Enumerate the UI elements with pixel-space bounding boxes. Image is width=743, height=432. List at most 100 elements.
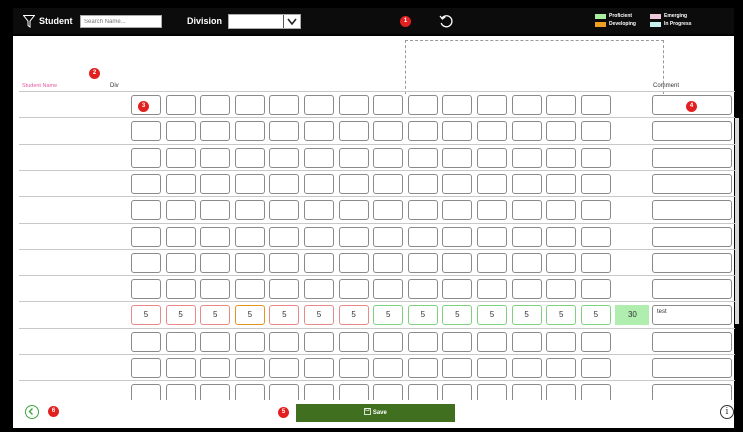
score-input[interactable] (373, 95, 404, 115)
score-input[interactable] (546, 252, 577, 273)
score-input[interactable]: 5 (442, 305, 473, 326)
filter-icon[interactable] (23, 15, 35, 28)
score-input[interactable] (234, 331, 265, 352)
comment-input[interactable] (652, 200, 732, 221)
score-input[interactable] (338, 358, 369, 378)
comment-input[interactable] (652, 147, 732, 168)
score-input[interactable] (304, 279, 334, 300)
score-input[interactable] (373, 147, 404, 168)
score-input[interactable]: 5 (234, 305, 265, 326)
score-input[interactable] (373, 358, 404, 378)
score-input[interactable] (131, 226, 161, 247)
comment-input[interactable] (652, 331, 732, 352)
score-input[interactable] (546, 226, 577, 247)
score-input[interactable] (477, 279, 507, 300)
score-input[interactable] (373, 279, 404, 300)
score-input[interactable] (580, 252, 611, 273)
score-input[interactable] (269, 252, 300, 273)
score-input[interactable] (442, 173, 473, 194)
score-input[interactable] (373, 226, 404, 247)
score-input[interactable] (234, 147, 265, 168)
score-input[interactable] (442, 147, 473, 168)
score-input[interactable] (131, 173, 161, 194)
score-input[interactable] (200, 95, 231, 115)
score-input[interactable] (234, 121, 265, 142)
score-input[interactable] (407, 358, 438, 378)
score-input[interactable] (338, 95, 369, 115)
score-input[interactable] (304, 95, 334, 115)
score-input[interactable] (407, 331, 438, 352)
score-input[interactable] (200, 279, 231, 300)
score-input[interactable] (304, 226, 334, 247)
score-input[interactable] (407, 200, 438, 221)
score-input[interactable] (131, 147, 161, 168)
score-input[interactable]: 5 (338, 305, 369, 326)
score-input[interactable]: 5 (304, 305, 334, 326)
score-input[interactable] (373, 121, 404, 142)
score-input[interactable] (546, 95, 577, 115)
score-input[interactable] (580, 331, 611, 352)
score-input[interactable] (234, 358, 265, 378)
score-input[interactable] (200, 147, 231, 168)
score-input[interactable] (477, 358, 507, 378)
score-input[interactable] (580, 173, 611, 194)
score-input[interactable] (165, 173, 196, 194)
score-input[interactable] (131, 279, 161, 300)
score-input[interactable] (165, 279, 196, 300)
score-input[interactable] (338, 252, 369, 273)
search-input[interactable] (80, 15, 162, 28)
score-input[interactable] (200, 226, 231, 247)
score-input[interactable] (165, 200, 196, 221)
score-input[interactable] (165, 147, 196, 168)
score-input[interactable] (546, 331, 577, 352)
score-input[interactable]: 5 (165, 305, 196, 326)
score-input[interactable] (200, 252, 231, 273)
score-input[interactable] (580, 279, 611, 300)
score-input[interactable] (234, 95, 265, 115)
score-input[interactable] (442, 331, 473, 352)
score-input[interactable] (477, 147, 507, 168)
score-input[interactable] (131, 252, 161, 273)
score-input[interactable] (165, 358, 196, 378)
score-input[interactable]: 5 (373, 305, 404, 326)
score-input[interactable] (442, 121, 473, 142)
score-input[interactable] (338, 200, 369, 221)
score-input[interactable] (200, 331, 231, 352)
score-input[interactable] (442, 95, 473, 115)
score-input[interactable] (269, 226, 300, 247)
score-input[interactable] (407, 147, 438, 168)
score-input[interactable] (546, 200, 577, 221)
comment-input[interactable] (652, 358, 732, 378)
comment-input[interactable] (652, 252, 732, 273)
score-input[interactable] (269, 147, 300, 168)
score-input[interactable] (131, 200, 161, 221)
score-input[interactable]: 5 (200, 305, 231, 326)
score-input[interactable] (304, 252, 334, 273)
score-input[interactable]: 5 (511, 305, 542, 326)
score-input[interactable] (373, 252, 404, 273)
score-input[interactable] (511, 358, 542, 378)
score-input[interactable] (511, 279, 542, 300)
score-input[interactable] (269, 331, 300, 352)
score-input[interactable] (580, 226, 611, 247)
score-input[interactable] (165, 331, 196, 352)
score-input[interactable] (269, 358, 300, 378)
score-input[interactable] (442, 200, 473, 221)
score-input[interactable] (338, 331, 369, 352)
score-input[interactable] (407, 173, 438, 194)
score-input[interactable] (269, 95, 300, 115)
score-input[interactable] (338, 173, 369, 194)
score-input[interactable] (580, 147, 611, 168)
score-input[interactable] (269, 279, 300, 300)
score-input[interactable] (477, 173, 507, 194)
score-input[interactable] (477, 200, 507, 221)
score-input[interactable] (511, 252, 542, 273)
score-input[interactable] (165, 121, 196, 142)
score-input[interactable] (580, 358, 611, 378)
score-input[interactable]: 5 (131, 305, 161, 326)
score-input[interactable] (338, 147, 369, 168)
division-select[interactable] (228, 14, 301, 29)
score-input[interactable] (546, 147, 577, 168)
score-input[interactable] (200, 121, 231, 142)
score-input[interactable] (373, 331, 404, 352)
